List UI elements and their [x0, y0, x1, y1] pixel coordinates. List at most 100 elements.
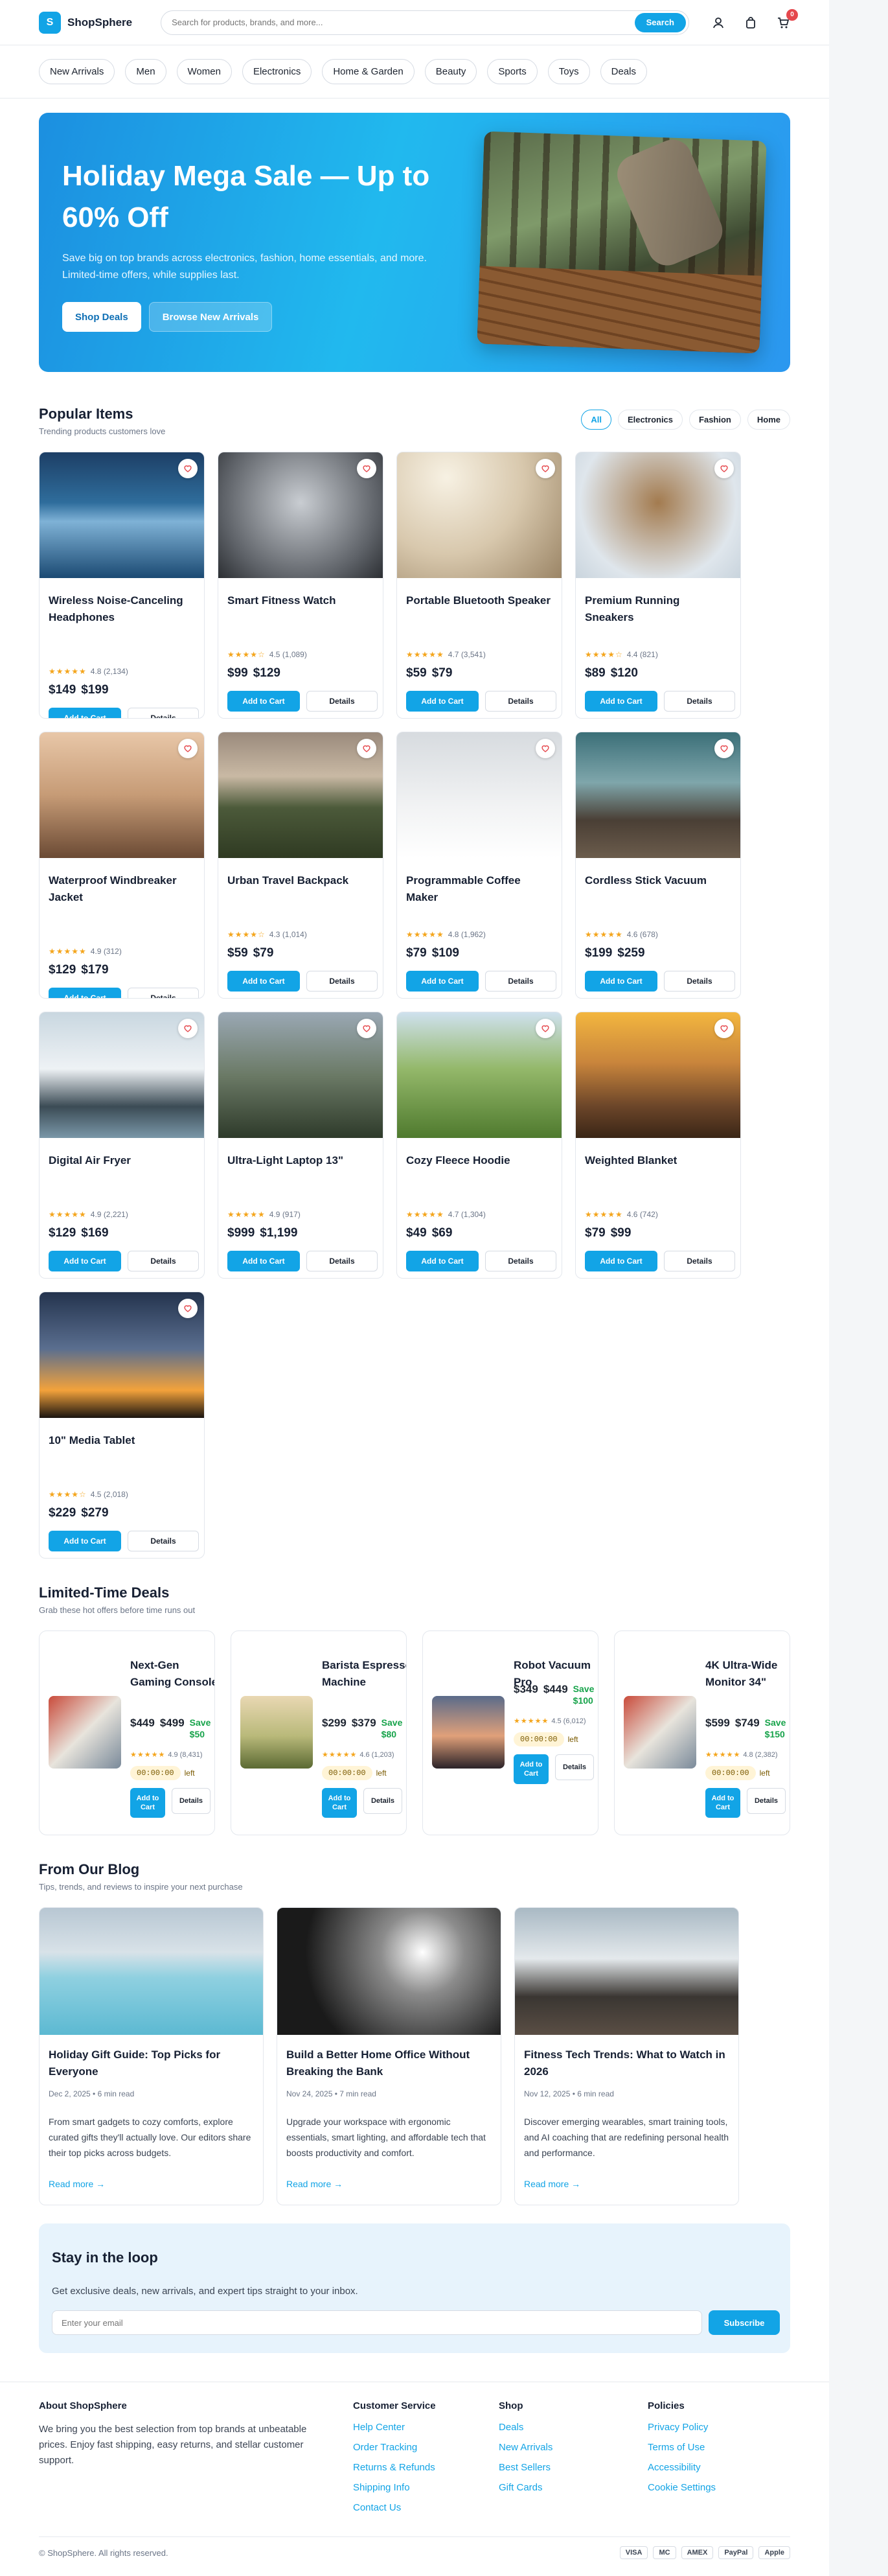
deal-image[interactable] [432, 1696, 505, 1769]
bag-icon[interactable] [744, 16, 758, 30]
nav-item[interactable]: Electronics [242, 59, 312, 84]
cart-icon[interactable]: 0 [776, 8, 798, 30]
details-button[interactable]: Details [306, 1251, 378, 1271]
deal-name[interactable]: 4K Ultra-Wide Monitor 34" [705, 1657, 790, 1691]
wishlist-heart-icon[interactable] [357, 459, 376, 478]
details-button[interactable]: Details [664, 971, 735, 992]
footer-link[interactable]: Contact Us [353, 2502, 436, 2513]
wishlist-heart-icon[interactable] [178, 739, 198, 758]
product-image[interactable] [397, 732, 562, 858]
product-image[interactable] [218, 1012, 383, 1138]
nav-item[interactable]: Sports [487, 59, 538, 84]
search-button[interactable]: Search [634, 12, 686, 32]
add-to-cart-button[interactable]: Add to Cart [514, 1754, 549, 1784]
add-to-cart-button[interactable]: Add to Cart [585, 691, 657, 712]
details-button[interactable]: Details [555, 1754, 594, 1780]
add-to-cart-button[interactable]: Add to Cart [130, 1788, 165, 1818]
footer-link[interactable]: Shipping Info [353, 2482, 436, 2493]
blog-post-title[interactable]: Holiday Gift Guide: Top Picks for Everyo… [49, 2047, 256, 2080]
nav-item[interactable]: Home & Garden [322, 59, 415, 84]
nav-item[interactable]: Deals [600, 59, 647, 84]
nav-item[interactable]: Toys [547, 59, 590, 84]
details-button[interactable]: Details [664, 1251, 735, 1271]
browse-new-arrivals-button[interactable]: Browse New Arrivals [148, 302, 273, 332]
blog-post-title[interactable]: Fitness Tech Trends: What to Watch in 20… [524, 2047, 731, 2080]
product-image[interactable] [40, 732, 204, 858]
deal-image[interactable] [624, 1696, 696, 1769]
deal-image[interactable] [240, 1696, 313, 1769]
nav-item[interactable]: Men [125, 59, 166, 84]
filter-chip[interactable]: Home [747, 410, 790, 430]
details-button[interactable]: Details [306, 971, 378, 992]
add-to-cart-button[interactable]: Add to Cart [227, 1251, 300, 1271]
product-image[interactable] [40, 452, 204, 578]
add-to-cart-button[interactable]: Add to Cart [705, 1788, 740, 1818]
blog-post-image[interactable] [515, 1908, 738, 2035]
footer-link[interactable]: Accessibility [648, 2462, 716, 2473]
product-image[interactable] [397, 452, 562, 578]
product-name[interactable]: Waterproof Windbreaker Jacket [49, 872, 195, 906]
product-name[interactable]: Ultra-Light Laptop 13" [227, 1152, 374, 1169]
wishlist-heart-icon[interactable] [536, 1019, 555, 1038]
nav-item[interactable]: New Arrivals [39, 59, 115, 84]
product-name[interactable]: Cozy Fleece Hoodie [406, 1152, 552, 1169]
product-image[interactable] [576, 732, 740, 858]
add-to-cart-button[interactable]: Add to Cart [585, 1251, 657, 1271]
deal-image[interactable] [49, 1696, 121, 1769]
read-more-link[interactable]: Read more → [524, 2179, 580, 2189]
email-input[interactable] [52, 2310, 702, 2335]
wishlist-heart-icon[interactable] [178, 1019, 198, 1038]
wishlist-heart-icon[interactable] [357, 1019, 376, 1038]
read-more-link[interactable]: Read more → [286, 2179, 343, 2189]
add-to-cart-button[interactable]: Add to Cart [585, 971, 657, 992]
product-image[interactable] [576, 452, 740, 578]
blog-post-title[interactable]: Build a Better Home Office Without Break… [286, 2047, 494, 2080]
footer-link[interactable]: New Arrivals [499, 2442, 552, 2453]
wishlist-heart-icon[interactable] [357, 739, 376, 758]
subscribe-button[interactable]: Subscribe [709, 2310, 780, 2335]
filter-chip[interactable]: All [581, 410, 611, 430]
product-image[interactable] [397, 1012, 562, 1138]
deal-name[interactable]: Next-Gen Gaming Console [130, 1657, 214, 1691]
product-image[interactable] [40, 1012, 204, 1138]
product-image[interactable] [218, 452, 383, 578]
deal-name[interactable]: Barista Espresso Machine [322, 1657, 406, 1691]
product-name[interactable]: Digital Air Fryer [49, 1152, 195, 1169]
product-image[interactable] [576, 1012, 740, 1138]
details-button[interactable]: Details [664, 691, 735, 712]
footer-link[interactable]: Order Tracking [353, 2442, 436, 2453]
product-name[interactable]: Programmable Coffee Maker [406, 872, 552, 906]
wishlist-heart-icon[interactable] [178, 1299, 198, 1318]
wishlist-heart-icon[interactable] [714, 459, 734, 478]
nav-item[interactable]: Beauty [424, 59, 477, 84]
wishlist-heart-icon[interactable] [536, 739, 555, 758]
filter-chip[interactable]: Electronics [617, 410, 683, 430]
footer-link[interactable]: Help Center [353, 2422, 436, 2433]
add-to-cart-button[interactable]: Add to Cart [322, 1788, 357, 1818]
add-to-cart-button[interactable]: Add to Cart [406, 971, 479, 992]
product-image[interactable] [40, 1292, 204, 1418]
footer-link[interactable]: Cookie Settings [648, 2482, 716, 2493]
filter-chip[interactable]: Fashion [689, 410, 741, 430]
product-name[interactable]: Premium Running Sneakers [585, 592, 731, 626]
product-name[interactable]: Urban Travel Backpack [227, 872, 374, 889]
product-name[interactable]: Smart Fitness Watch [227, 592, 374, 609]
wishlist-heart-icon[interactable] [178, 459, 198, 478]
footer-link[interactable]: Gift Cards [499, 2482, 552, 2493]
product-name[interactable]: 10" Media Tablet [49, 1432, 195, 1449]
footer-link[interactable]: Best Sellers [499, 2462, 552, 2473]
blog-post-image[interactable] [40, 1908, 263, 2035]
search-input[interactable] [172, 17, 635, 27]
add-to-cart-button[interactable]: Add to Cart [406, 1251, 479, 1271]
product-name[interactable]: Cordless Stick Vacuum [585, 872, 731, 889]
details-button[interactable]: Details [128, 1531, 199, 1551]
footer-link[interactable]: Terms of Use [648, 2442, 716, 2453]
details-button[interactable]: Details [128, 708, 199, 718]
add-to-cart-button[interactable]: Add to Cart [227, 971, 300, 992]
details-button[interactable]: Details [485, 971, 556, 992]
account-icon[interactable] [711, 16, 725, 30]
footer-link[interactable]: Returns & Refunds [353, 2462, 436, 2473]
add-to-cart-button[interactable]: Add to Cart [49, 1251, 121, 1271]
product-image[interactable] [218, 732, 383, 858]
footer-link[interactable]: Deals [499, 2422, 552, 2433]
